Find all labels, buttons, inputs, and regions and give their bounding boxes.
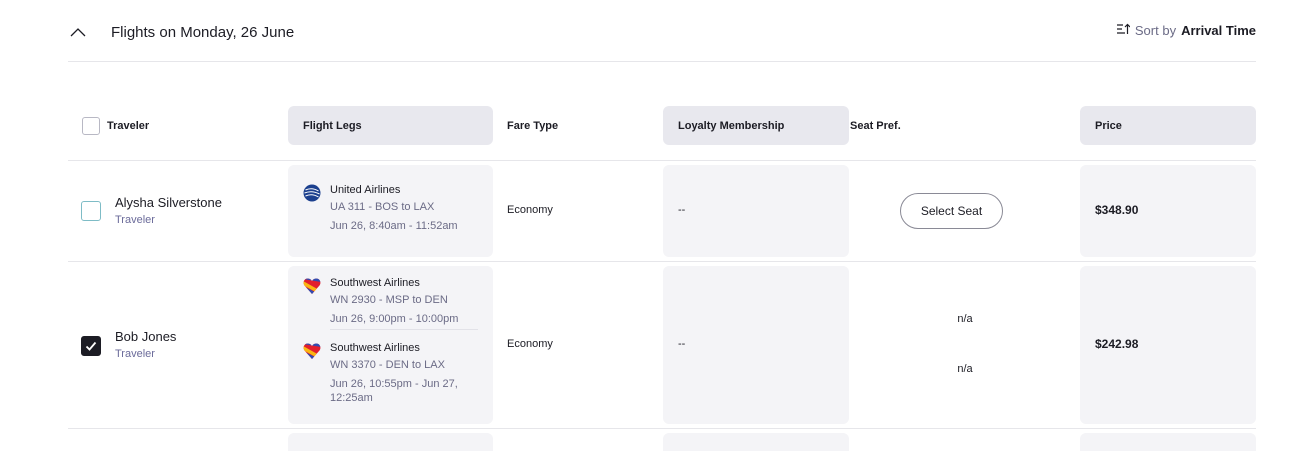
flight-times: Jun 26, 9:00pm - 10:00pm [330, 313, 459, 325]
column-header-flight-legs[interactable]: Flight Legs [288, 106, 493, 145]
section-header: Flights on Monday, 26 June Sort by Arriv… [68, 0, 1256, 62]
seat-cell: Select Seat [849, 161, 1080, 262]
price-cell: $242.98 [1080, 266, 1256, 424]
column-header-traveler: Traveler [68, 106, 288, 145]
flight-route: WN 3370 - DEN to LAX [330, 359, 445, 371]
collapse-chevron-up-icon[interactable] [68, 22, 90, 42]
loyalty-cell [663, 433, 849, 451]
table-row [68, 428, 1256, 451]
traveler-role: Traveler [115, 348, 155, 360]
airline-name: Southwest Airlines [330, 342, 420, 354]
airline-name: Southwest Airlines [330, 277, 420, 289]
flight-leg: Southwest Airlines WN 3370 - DEN to LAX … [303, 342, 478, 412]
southwest-logo-icon [303, 342, 321, 360]
sort-icon [1116, 23, 1131, 38]
column-header-fare-type[interactable]: Fare Type [493, 106, 663, 145]
sort-control[interactable]: Sort by Arrival Time [1116, 23, 1256, 38]
seat-cell [849, 262, 1080, 429]
price-value: $242.98 [1095, 337, 1139, 351]
sort-label: Sort by [1134, 23, 1177, 38]
traveler-role: Traveler [115, 214, 155, 226]
loyalty-value: -- [678, 204, 686, 216]
flight-times: Jun 26, 10:55pm - Jun 27, 12:25am [330, 378, 458, 404]
seat-pref-value: n/a [957, 313, 973, 325]
loyalty-value: -- [678, 338, 686, 350]
flight-leg: United Airlines UA 311 - BOS to LAX Jun … [303, 184, 478, 244]
select-all-checkbox[interactable] [82, 116, 100, 135]
table-header: Traveler Flight Legs Fare Type Loyalty M… [68, 106, 1256, 145]
flight-legs-cell: Southwest Airlines WN 2930 - MSP to DEN … [288, 266, 493, 424]
fare-type: Economy [507, 338, 553, 350]
seat-pref-value: n/a [957, 363, 973, 375]
column-header-price[interactable]: Price [1080, 106, 1256, 145]
section-title: Flights on Monday, 26 June [111, 24, 295, 41]
price-cell [1080, 433, 1256, 451]
fare-type: Economy [507, 204, 553, 216]
traveler-name: Alysha Silverstone [115, 195, 222, 210]
sort-value: Arrival Time [1181, 23, 1256, 38]
airline-name: United Airlines [330, 184, 401, 196]
leg-divider [330, 329, 478, 330]
column-header-seat-pref[interactable]: Seat Pref. [849, 106, 1080, 145]
flight-legs-cell [288, 433, 493, 451]
flight-route: UA 311 - BOS to LAX [330, 201, 435, 213]
flight-leg: Southwest Airlines WN 2930 - MSP to DEN … [303, 277, 478, 337]
loyalty-cell: -- [663, 165, 849, 257]
table-row: Alysha Silverstone Traveler United Airli… [68, 160, 1256, 261]
loyalty-cell: -- [663, 266, 849, 424]
flight-route: WN 2930 - MSP to DEN [330, 294, 448, 306]
column-header-traveler-label: Traveler [107, 119, 150, 132]
southwest-logo-icon [303, 277, 321, 295]
united-logo-icon [303, 184, 321, 202]
flight-legs-cell: United Airlines UA 311 - BOS to LAX Jun … [288, 165, 493, 257]
row-checkbox[interactable] [81, 336, 101, 356]
row-checkbox[interactable] [81, 201, 101, 221]
table-row: Bob Jones Traveler Southwest Airlines WN… [68, 261, 1256, 428]
column-header-loyalty[interactable]: Loyalty Membership [663, 106, 849, 145]
traveler-name: Bob Jones [115, 329, 177, 344]
price-value: $348.90 [1095, 203, 1139, 217]
flight-times: Jun 26, 8:40am - 11:52am [330, 220, 458, 232]
select-seat-button[interactable]: Select Seat [900, 193, 1003, 229]
price-cell: $348.90 [1080, 165, 1256, 257]
